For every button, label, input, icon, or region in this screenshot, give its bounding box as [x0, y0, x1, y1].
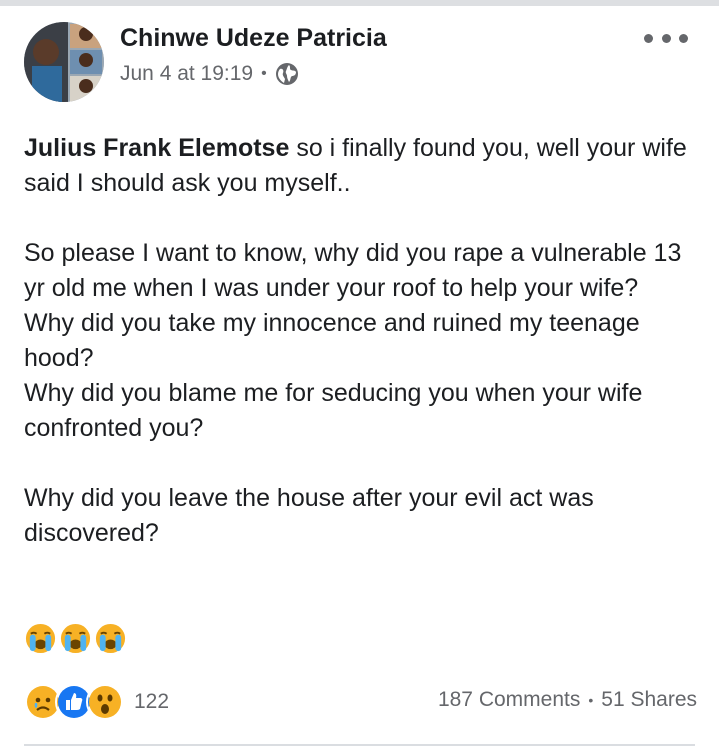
question-line-3: Why did you blame me for seducing you wh… [24, 379, 643, 442]
loudly-crying-face-emoji [25, 623, 56, 654]
post-text: Julius Frank Elemotse so i finally found… [24, 131, 704, 551]
reactions-summary[interactable]: 122 [24, 683, 169, 721]
question-line-1: So please I want to know, why did you ra… [24, 239, 682, 302]
emoji-row [24, 622, 127, 655]
reaction-count[interactable]: 122 [134, 690, 169, 714]
loudly-crying-face-emoji [60, 623, 91, 654]
more-dot [644, 33, 653, 43]
paragraph-3: Why did you leave the house after your e… [24, 484, 594, 547]
question-line-2: Why did you take my innocence and ruined… [24, 309, 640, 372]
wow-reaction-icon [86, 683, 124, 721]
post-author[interactable]: Chinwe Udeze Patricia [120, 24, 387, 53]
meta-separator: • [261, 65, 267, 82]
loudly-crying-face-emoji [95, 623, 126, 654]
post-timestamp[interactable]: Jun 4 at 19:19 [120, 62, 253, 86]
post-stats: 187 Comments • 51 Shares [438, 688, 697, 712]
shares-count-link[interactable]: 51 Shares [601, 688, 697, 712]
tagged-user-link[interactable]: Julius Frank Elemotse [24, 134, 289, 162]
top-divider [0, 0, 719, 6]
more-dot [661, 33, 671, 43]
more-options-icon[interactable] [644, 26, 688, 50]
stats-separator: • [588, 692, 594, 708]
avatar[interactable] [24, 22, 104, 102]
paragraph-1: Julius Frank Elemotse so i finally found… [24, 131, 704, 201]
more-dot [679, 33, 688, 43]
globe-icon[interactable] [275, 62, 299, 86]
comments-count-link[interactable]: 187 Comments [438, 688, 580, 712]
bottom-divider [24, 744, 695, 746]
post-meta: Jun 4 at 19:19 • [120, 62, 299, 86]
